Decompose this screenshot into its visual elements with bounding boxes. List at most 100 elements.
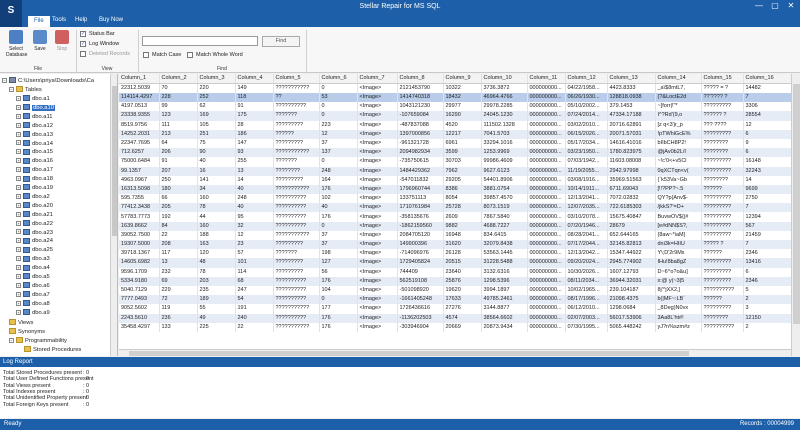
tree-table-item[interactable]: + dbo.a2	[16, 193, 50, 202]
tree-root[interactable]: − C:\Users\priya\Downloads\Ca	[2, 77, 94, 86]
column-header[interactable]: Column_2	[159, 74, 198, 84]
tree-table-item[interactable]: + dbo.a17	[16, 166, 53, 175]
tree-table-item[interactable]: + dbo.a15	[16, 148, 53, 157]
tree-table-item[interactable]: + dbo.a13	[16, 131, 53, 140]
log-window-checkbox[interactable]: ✓ Log Window	[80, 41, 119, 47]
expand-icon[interactable]: +	[16, 238, 21, 244]
menu-tools[interactable]: Tools	[52, 17, 66, 23]
tree-table-item[interactable]: + dbo.a21	[16, 211, 53, 220]
expand-icon[interactable]: +	[16, 202, 21, 208]
tree-table-item[interactable]: + dbo.a14	[16, 139, 53, 149]
table-row[interactable]: 5040.7129 229 235 247?????????? 104 <Image> -5…	[119, 285, 792, 296]
table-row[interactable]: 14605.6982 13 48 101????????? 127 <Image> 1729…	[119, 258, 792, 268]
expand-icon[interactable]: +	[16, 167, 21, 173]
collapse-icon[interactable]: −	[9, 86, 14, 92]
tree-programmability-folder[interactable]: − Programmability	[9, 337, 67, 346]
table-row[interactable]: 5334.9180 69 203 68?????????? 176 <Image> 5625…	[119, 276, 792, 286]
tree-table-item[interactable]: + dbo.a19	[16, 184, 53, 193]
table-row[interactable]: 39052.7500 22 188 12??????????? 37 <Image> 208…	[119, 230, 792, 240]
table-row[interactable]: 9596.1709 232 78 114????????? 56 <Image> 74440…	[119, 267, 792, 277]
column-header[interactable]: Column_11	[527, 74, 566, 84]
expand-icon[interactable]: +	[16, 158, 21, 164]
expand-icon[interactable]: +	[16, 247, 21, 253]
column-header[interactable]: Column_8	[397, 74, 444, 84]
column-header[interactable]: Column_13	[607, 74, 656, 84]
tree-table-item[interactable]: + dbo.a11	[16, 113, 53, 122]
expand-icon[interactable]: +	[16, 95, 21, 101]
column-header[interactable]: Column_1	[119, 74, 160, 84]
column-header[interactable]: Column_7	[357, 74, 398, 84]
expand-icon[interactable]: +	[16, 220, 21, 226]
expand-icon[interactable]: +	[16, 122, 21, 128]
tree-table-item[interactable]: + dbo.a5	[16, 273, 50, 282]
table-row[interactable]: 595.7355 66 160 248?????????? 102 <Image> 1337…	[119, 194, 792, 204]
tree-table-item[interactable]: + dbo.a4	[16, 264, 50, 273]
tree-table-item[interactable]: + dbo.a20	[16, 202, 53, 211]
table-row[interactable]: 9052.5602 119 55 191??????????? 177 <Image> 17…	[119, 304, 792, 314]
table-row[interactable]: 77412.3438 205 78 40?????????? 40 <Image> 1710…	[119, 203, 792, 213]
match-whole-word-checkbox[interactable]: Match Whole Word	[187, 52, 243, 58]
grid-horizontal-scrollbar[interactable]	[119, 349, 791, 356]
expand-icon[interactable]: +	[16, 104, 21, 110]
match-case-checkbox[interactable]: Match Case	[143, 52, 181, 58]
table-row[interactable]: 16313.5098 180 34 40??????????? 176 <Image> 17…	[119, 184, 792, 195]
column-header[interactable]: Column_5	[273, 74, 320, 84]
menu-help[interactable]: Help	[75, 17, 87, 23]
expand-icon[interactable]: +	[16, 211, 21, 217]
table-row[interactable]: 4197.0513 99 62 91?????????? 0 <Image> 1043121…	[119, 102, 792, 112]
grid-scroll-thumb[interactable]	[793, 84, 800, 324]
collapse-icon[interactable]: −	[2, 77, 7, 83]
column-header[interactable]: Column_14	[655, 74, 702, 84]
minimize-icon[interactable]: —	[752, 1, 766, 10]
maximize-icon[interactable]: ▢	[768, 1, 782, 10]
stop-button[interactable]: Stop	[52, 30, 72, 52]
expand-icon[interactable]: +	[16, 131, 21, 137]
column-header[interactable]: Column_12	[565, 74, 608, 84]
table-row[interactable]: 1639.8662 84 160 32?????????? 0 <Image> -18621…	[119, 221, 792, 231]
table-row[interactable]: 22347.7695 64 75 147????????? 37 <Image> -9613…	[119, 138, 792, 149]
tree-table-item[interactable]: + dbo.a9	[16, 309, 50, 318]
grid-vertical-scrollbar[interactable]	[791, 74, 800, 356]
tree-table-item[interactable]: + dbo.a8	[16, 300, 50, 309]
expand-icon[interactable]: +	[16, 149, 21, 155]
tree-table-item[interactable]: + dbo.a6	[16, 282, 50, 291]
tree-table-item[interactable]: + dbo.a25	[16, 246, 53, 255]
expand-icon[interactable]: +	[16, 193, 21, 199]
tree-table-item[interactable]: + dbo.a7	[16, 291, 50, 300]
save-button[interactable]: Save	[30, 30, 50, 52]
tree-scroll-thumb[interactable]	[112, 86, 117, 236]
table-row[interactable]: 99.1357 207 16 13???????? 248 <Image> 14844293…	[119, 166, 792, 176]
tree-table-item[interactable]: + dbo.a12	[16, 122, 53, 131]
expand-icon[interactable]: +	[16, 229, 21, 235]
menu-buy-now[interactable]: Buy Now	[99, 17, 123, 23]
table-row[interactable]: 7777.0493 72 189 54?????????? 0 <Image> -16614…	[119, 295, 792, 305]
table-row[interactable]: 114114.4297 228 252 118?? 53 <Image> 141474031…	[119, 93, 792, 103]
table-row[interactable]: 23338.9355 123 169 175??????? 0 <Image> -10765…	[119, 111, 792, 121]
select-database-button[interactable]: Select Database	[6, 30, 27, 58]
expand-icon[interactable]: +	[16, 300, 21, 306]
tree-tables-folder[interactable]: − Tables	[9, 86, 42, 95]
column-header[interactable]: Column_10	[481, 74, 528, 84]
column-header[interactable]: Column_3	[197, 74, 236, 84]
column-header[interactable]: Column_16	[743, 74, 792, 84]
tree-table-item[interactable]: + dbo.a22	[16, 220, 53, 229]
column-header[interactable]: Column_6	[319, 74, 358, 84]
table-row[interactable]: 22312.5039 70 220 149??????????? 0 <Image> 212…	[119, 83, 792, 93]
expand-icon[interactable]: +	[16, 113, 21, 119]
expand-icon[interactable]: +	[16, 273, 21, 279]
expand-icon[interactable]: +	[16, 282, 21, 288]
table-row[interactable]: 4963.0967 250 141 14????????? 164 <Image> -547…	[119, 175, 792, 185]
column-header[interactable]: Column_4	[235, 74, 274, 84]
expand-icon[interactable]: +	[16, 176, 21, 182]
find-input[interactable]	[142, 36, 258, 46]
table-row[interactable]: 2243.5610 236 49 240?????????? 176 <Image> -11…	[119, 313, 792, 323]
expand-icon[interactable]: +	[16, 309, 21, 315]
column-header[interactable]: Column_15	[701, 74, 744, 84]
close-icon[interactable]: ✕	[784, 1, 798, 10]
expand-icon[interactable]: +	[16, 265, 21, 271]
expand-icon[interactable]: +	[16, 184, 21, 190]
expand-icon[interactable]: +	[16, 256, 21, 262]
table-row[interactable]: 712.6257 206 90 93??????????? 137 <Image> 2094…	[119, 148, 792, 158]
tree-table-item[interactable]: + dbo.a1	[16, 95, 50, 104]
expand-icon[interactable]: +	[16, 140, 21, 146]
